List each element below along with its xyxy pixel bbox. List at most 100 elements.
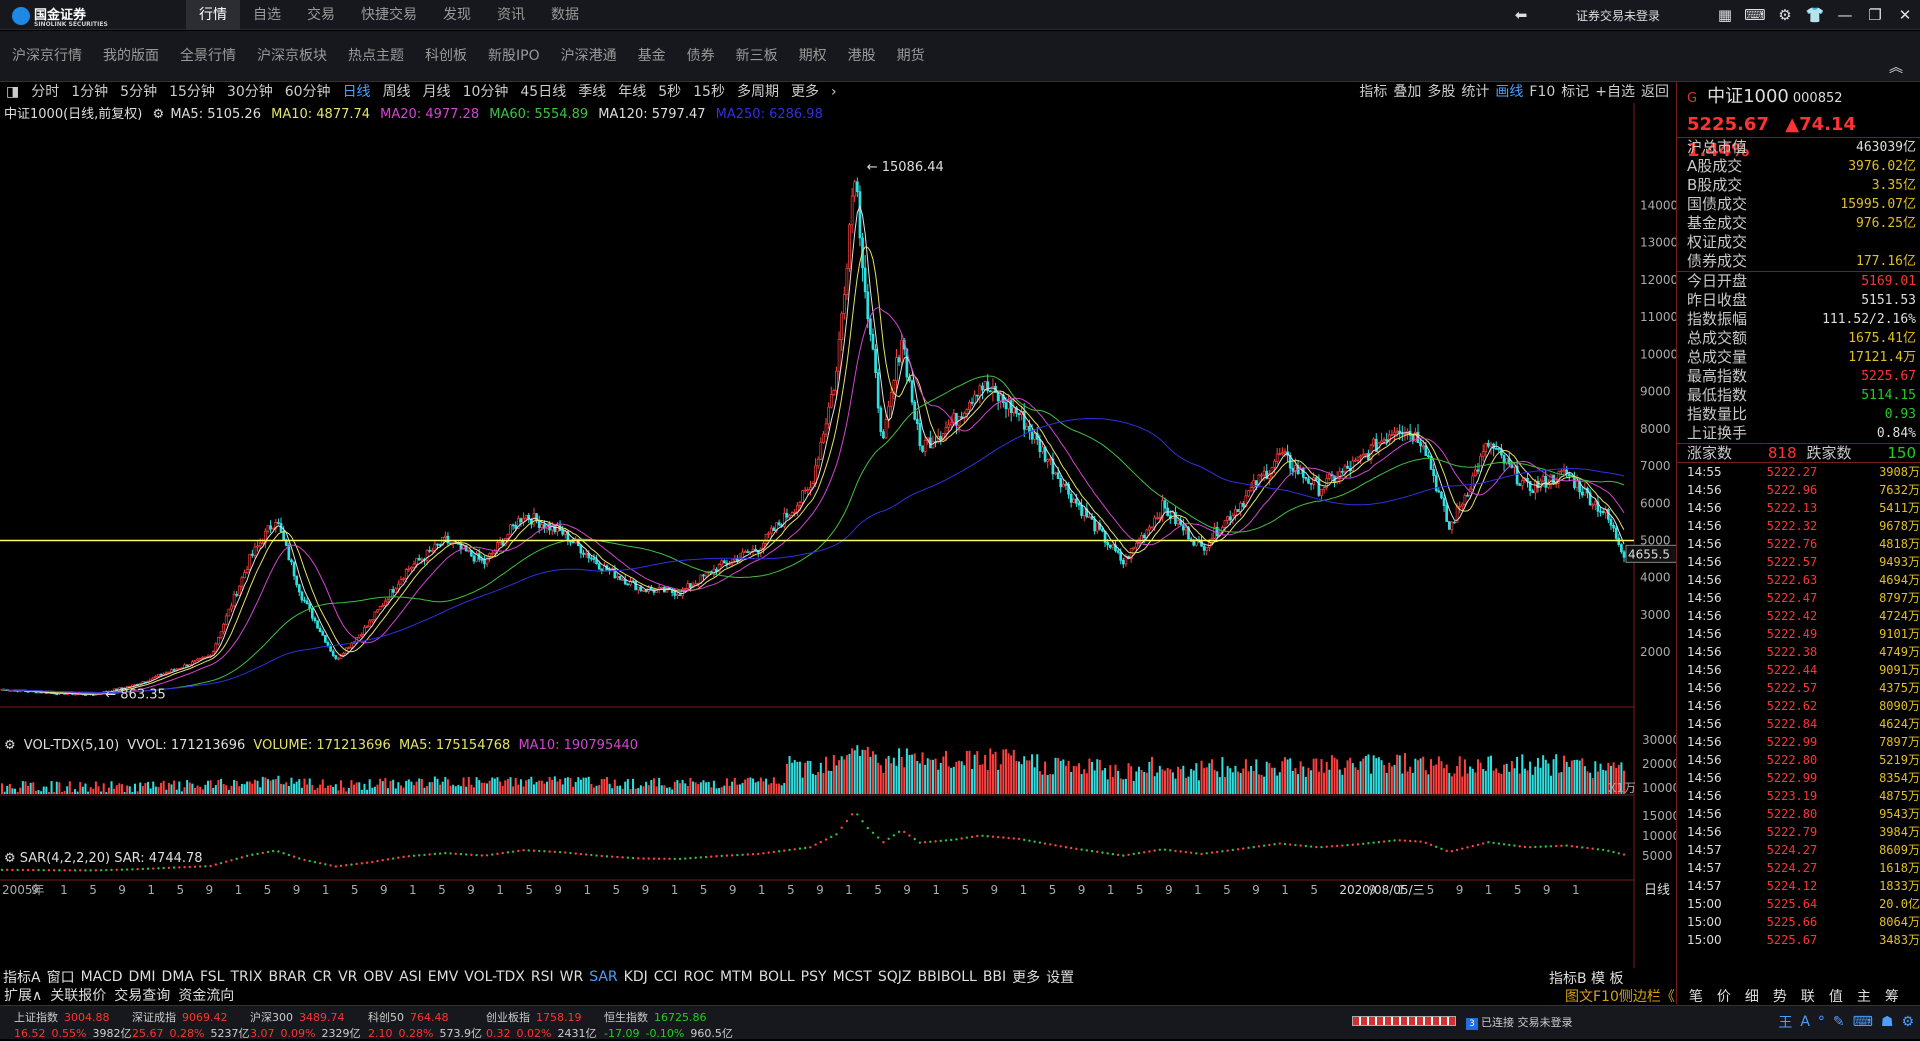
period-item[interactable]: 5秒 bbox=[652, 82, 687, 102]
keyboard-icon[interactable]: ⌨ bbox=[1740, 0, 1770, 30]
topnav-item[interactable]: 交易 bbox=[294, 0, 348, 30]
tool-item[interactable]: +自选 bbox=[1592, 82, 1638, 102]
minimize-icon[interactable]: — bbox=[1830, 0, 1860, 30]
restore-icon[interactable]: ❐ bbox=[1860, 0, 1890, 30]
kline-chart[interactable]: 1400013000120001100010000900080007000600… bbox=[0, 103, 1676, 968]
tray-icon[interactable]: ° bbox=[1818, 1014, 1825, 1030]
subnav-item[interactable]: 港股 bbox=[836, 33, 885, 79]
tray-icon[interactable]: ⚙ bbox=[1901, 1014, 1914, 1030]
connection-status[interactable]: 3 已连接 交易未登录 bbox=[1466, 1014, 1573, 1030]
subnav-item[interactable]: 科创板 bbox=[413, 33, 476, 79]
period-item[interactable]: 日线 bbox=[337, 82, 377, 102]
login-status[interactable]: 证券交易未登录 bbox=[1576, 7, 1660, 24]
chevron-right-icon[interactable]: › bbox=[825, 82, 843, 102]
ext-item[interactable]: 资金流向 bbox=[174, 985, 238, 1005]
ext-item[interactable]: 关联报价 bbox=[46, 985, 110, 1005]
indicator-tab[interactable]: 窗口 bbox=[44, 967, 78, 987]
indicator-tab[interactable]: OBV bbox=[360, 969, 396, 985]
period-item[interactable]: 多周期 bbox=[731, 82, 785, 102]
tool-item[interactable]: 叠加 bbox=[1390, 82, 1424, 102]
indicator-tab[interactable]: DMI bbox=[126, 969, 159, 985]
indicator-tab[interactable]: EMV bbox=[425, 969, 462, 985]
indicator-tab[interactable]: VOL-TDX bbox=[461, 969, 528, 985]
tool-item[interactable]: 标记 bbox=[1558, 82, 1592, 102]
indicator-tab[interactable]: MCST bbox=[830, 969, 875, 985]
gear-icon[interactable]: ⚙ bbox=[1770, 0, 1800, 30]
ext-item[interactable]: 扩展∧ bbox=[0, 985, 46, 1005]
subnav-item[interactable]: 沪深港通 bbox=[549, 33, 626, 79]
indicator-tab[interactable]: FSL bbox=[197, 969, 228, 985]
period-item[interactable]: 周线 bbox=[377, 82, 417, 102]
indicator-tab[interactable]: ROC bbox=[680, 969, 717, 985]
subnav-item[interactable]: 新股IPO bbox=[476, 33, 549, 79]
period-item[interactable]: 15秒 bbox=[687, 82, 731, 102]
period-item[interactable]: 更多 bbox=[785, 82, 825, 102]
indicator-tab[interactable]: KDJ bbox=[621, 969, 651, 985]
indicator-tab[interactable]: CCI bbox=[651, 969, 681, 985]
subnav-item[interactable]: 全景行情 bbox=[168, 33, 245, 79]
tray-icon[interactable]: ✎ bbox=[1833, 1014, 1845, 1030]
subnav-item[interactable]: 基金 bbox=[626, 33, 675, 79]
indicator-tab[interactable]: TRIX bbox=[227, 969, 265, 985]
topnav-item[interactable]: 自选 bbox=[240, 0, 294, 30]
period-item[interactable]: 月线 bbox=[417, 82, 457, 102]
tray-icon[interactable]: ⌨ bbox=[1853, 1014, 1873, 1030]
panel-toggle-icon[interactable]: ◨ bbox=[0, 82, 25, 102]
index-ticker[interactable]: 恒生指数 16725.86 -17.09 -0.10% 960.5亿 bbox=[604, 1009, 784, 1041]
close-icon[interactable]: ✕ bbox=[1890, 0, 1920, 30]
tray-icon[interactable]: 王 bbox=[1778, 1012, 1792, 1032]
indicator-tab[interactable]: BOLL bbox=[756, 969, 798, 985]
subnav-item[interactable]: 沪深京板块 bbox=[245, 33, 336, 79]
tray-icon[interactable]: A bbox=[1800, 1014, 1810, 1030]
indicator-tab[interactable]: CR bbox=[310, 969, 336, 985]
indicator-tab[interactable]: RSI bbox=[528, 969, 557, 985]
tool-item[interactable]: 指标 bbox=[1356, 82, 1390, 102]
indicator-tab[interactable]: WR bbox=[557, 969, 587, 985]
period-item[interactable]: 季线 bbox=[572, 82, 612, 102]
subnav-item[interactable]: 新三板 bbox=[724, 33, 787, 79]
topnav-item[interactable]: 行情 bbox=[186, 0, 240, 30]
indicator-tab[interactable]: 设置 bbox=[1043, 967, 1077, 987]
subnav-item[interactable]: 期权 bbox=[787, 33, 836, 79]
f10-label[interactable]: 图文F10侧边栏《 bbox=[1565, 989, 1675, 1005]
settings-dot-icon[interactable]: ⚙ bbox=[4, 738, 16, 753]
indicator-tab[interactable]: BBIBOLL bbox=[915, 969, 980, 985]
period-item[interactable]: 10分钟 bbox=[457, 82, 515, 102]
period-item[interactable]: 60分钟 bbox=[279, 82, 337, 102]
indicator-tab[interactable]: 更多 bbox=[1009, 967, 1043, 987]
subnav-item[interactable]: 期货 bbox=[885, 33, 934, 79]
template-label[interactable]: 指标B 模 板 bbox=[1549, 968, 1624, 988]
tool-item[interactable]: 画线 bbox=[1492, 82, 1526, 102]
tick-list[interactable]: 14:55 5222.27 3908万 14:56 5222.96 7632万 14:56 5… bbox=[1677, 462, 1920, 949]
ext-item[interactable]: 交易查询 bbox=[110, 985, 174, 1005]
indicator-tab[interactable]: SAR bbox=[586, 969, 620, 985]
period-item[interactable]: 分时 bbox=[25, 82, 65, 102]
period-item[interactable]: 5分钟 bbox=[114, 82, 163, 102]
skin-icon[interactable]: 👕 bbox=[1800, 0, 1830, 30]
tray-icon[interactable]: ☗ bbox=[1881, 1014, 1894, 1030]
tool-item[interactable]: F10 bbox=[1526, 82, 1558, 102]
topnav-item[interactable]: 发现 bbox=[430, 0, 484, 30]
period-item[interactable]: 45日线 bbox=[514, 82, 572, 102]
indicator-tab[interactable]: BRAR bbox=[265, 969, 309, 985]
period-item[interactable]: 年线 bbox=[612, 82, 652, 102]
topnav-item[interactable]: 快捷交易 bbox=[348, 0, 430, 30]
topnav-item[interactable]: 数据 bbox=[538, 0, 592, 30]
indicator-tab[interactable]: MACD bbox=[78, 969, 126, 985]
indicator-tab[interactable]: SQJZ bbox=[875, 969, 915, 985]
subnav-item[interactable]: 我的版面 bbox=[91, 33, 168, 79]
tool-item[interactable]: 多股 bbox=[1424, 82, 1458, 102]
indicator-tab[interactable]: MTM bbox=[717, 969, 756, 985]
indicator-tab[interactable]: PSY bbox=[798, 969, 830, 985]
subnav-item[interactable]: 债券 bbox=[675, 33, 724, 79]
indicator-tab[interactable]: VR bbox=[335, 969, 360, 985]
back-arrow-icon[interactable]: ⬅ bbox=[1506, 0, 1536, 30]
period-item[interactable]: 1分钟 bbox=[65, 82, 114, 102]
subnav-item[interactable]: 热点主题 bbox=[336, 33, 413, 79]
indicator-tab[interactable]: ASI bbox=[396, 969, 425, 985]
subnav-item[interactable]: 沪深京行情 bbox=[0, 33, 91, 79]
period-item[interactable]: 30分钟 bbox=[221, 82, 279, 102]
period-item[interactable]: 15分钟 bbox=[163, 82, 221, 102]
settings-dot-icon[interactable]: ⚙ bbox=[4, 851, 16, 866]
tool-item[interactable]: 统计 bbox=[1458, 82, 1492, 102]
